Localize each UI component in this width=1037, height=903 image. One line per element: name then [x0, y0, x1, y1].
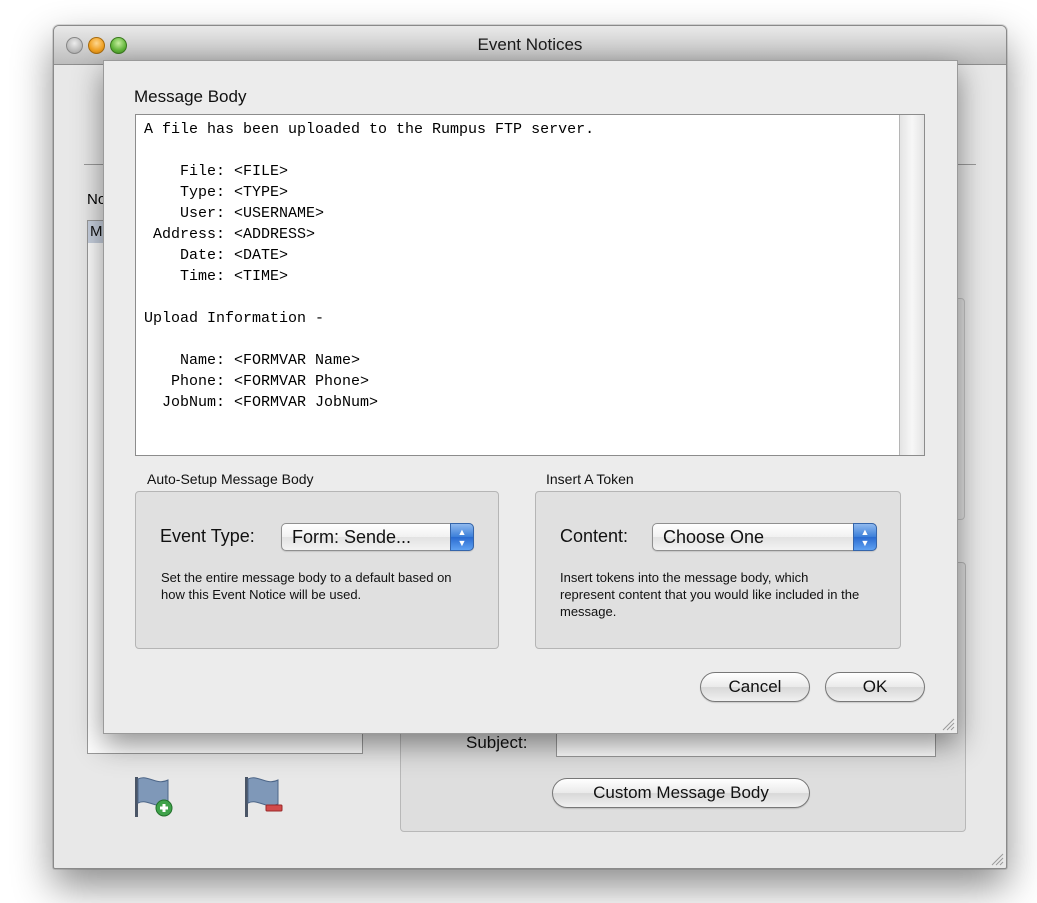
window-title: Event Notices: [477, 35, 583, 54]
auto-setup-group-label: Auto-Setup Message Body: [147, 471, 314, 487]
remove-flag-icon: [245, 777, 283, 817]
auto-setup-group: Event Type: Form: Sende... ▲ ▼ Set the en…: [135, 491, 499, 649]
add-flag-icon: [135, 777, 173, 817]
auto-setup-help: Set the entire message body to a default…: [161, 570, 452, 602]
insert-token-help: Insert tokens into the message body, whi…: [560, 570, 860, 619]
content-select[interactable]: Choose One ▲ ▼: [652, 523, 877, 551]
add-notice-button[interactable]: [132, 774, 176, 820]
event-type-value: Form: Sende...: [292, 527, 412, 547]
sheet-title: Message Body: [134, 87, 247, 106]
message-line: Time: <TIME>: [180, 268, 289, 285]
message-line: User: <USERNAME>: [180, 205, 325, 222]
ok-button[interactable]: OK: [825, 672, 925, 702]
message-line: A file has been uploaded to the Rumpus F…: [144, 121, 595, 138]
message-body-textarea[interactable]: A file has been uploaded to the Rumpus F…: [135, 114, 925, 456]
event-type-select[interactable]: Form: Sende... ▲ ▼: [281, 523, 474, 551]
resize-grip-icon[interactable]: [941, 717, 955, 731]
updown-arrows-icon: ▲ ▼: [450, 523, 474, 551]
content-value: Choose One: [663, 527, 765, 547]
message-line: Phone: <FORMVAR Phone>: [171, 373, 370, 390]
message-body-text[interactable]: A file has been uploaded to the Rumpus F…: [144, 119, 894, 413]
message-line: File: <FILE>: [180, 163, 289, 180]
insert-token-group: Content: Choose One ▲ ▼ Insert tokens int…: [535, 491, 901, 649]
message-line: Upload Information -: [144, 310, 325, 327]
message-body-scrollbar[interactable]: [899, 115, 924, 455]
event-type-label: Event Type:: [160, 526, 255, 546]
message-body-sheet: Message Body A file has been uploaded to…: [103, 60, 958, 734]
message-line: JobNum: <FORMVAR JobNum>: [162, 394, 379, 411]
insert-token-group-label: Insert A Token: [546, 471, 634, 487]
message-line: Date: <DATE>: [180, 247, 289, 264]
cancel-button[interactable]: Cancel: [700, 672, 810, 702]
subject-label: Subject:: [466, 733, 528, 752]
custom-message-body-button[interactable]: Custom Message Body: [552, 778, 810, 808]
subject-input[interactable]: [556, 731, 936, 757]
message-line: Type: <TYPE>: [180, 184, 289, 201]
content-label: Content:: [560, 526, 629, 546]
remove-notice-button[interactable]: [242, 774, 286, 820]
updown-arrows-icon: ▲ ▼: [853, 523, 877, 551]
message-line: Name: <FORMVAR Name>: [180, 352, 361, 369]
resize-grip-icon[interactable]: [990, 852, 1004, 866]
message-line: Address: <ADDRESS>: [153, 226, 316, 243]
